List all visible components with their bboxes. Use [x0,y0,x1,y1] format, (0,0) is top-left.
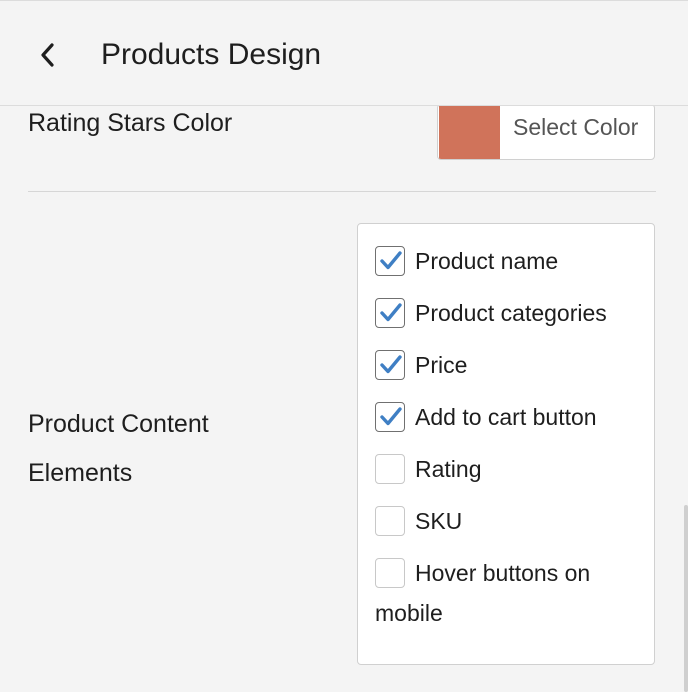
rating-stars-color-picker[interactable]: Select Color [437,104,655,160]
chevron-left-icon [41,43,54,67]
page-header: Products Design [0,0,688,106]
checkmark-icon [380,355,402,374]
back-button[interactable] [30,35,64,75]
checkmark-icon [380,407,402,426]
option-label-line-1: Hover buttons on [415,560,591,586]
option-label-line-2: mobile [375,600,443,626]
checkbox[interactable] [375,506,405,536]
option-label: SKU [415,508,463,534]
content-elements-checklist: Product name Product categories Price Ad… [357,223,655,665]
page-title: Products Design [101,38,322,71]
checkbox[interactable] [375,298,405,328]
checkbox[interactable] [375,350,405,380]
section-divider [28,191,656,192]
option-label: Add to cart button [415,404,597,430]
checkbox[interactable] [375,558,405,588]
checkbox[interactable] [375,246,405,276]
checkbox[interactable] [375,454,405,484]
label-line-2: Elements [28,459,133,487]
option-label: Product name [415,248,559,274]
product-content-elements-label: Product Content Elements [28,400,209,498]
checkbox[interactable] [375,402,405,432]
color-swatch[interactable] [439,105,500,159]
option-label: Price [415,352,468,378]
label-line-1: Product Content [28,410,209,438]
scrollbar[interactable] [684,505,688,692]
rating-stars-color-label: Rating Stars Color [28,109,233,137]
option-hover-buttons-mobile[interactable]: Hover buttons on mobile [375,558,645,634]
option-label: Product categories [415,300,607,326]
select-color-button[interactable]: Select Color [513,113,638,141]
checkmark-icon [380,303,402,322]
option-label: Rating [415,456,482,482]
checkmark-icon [380,251,402,270]
